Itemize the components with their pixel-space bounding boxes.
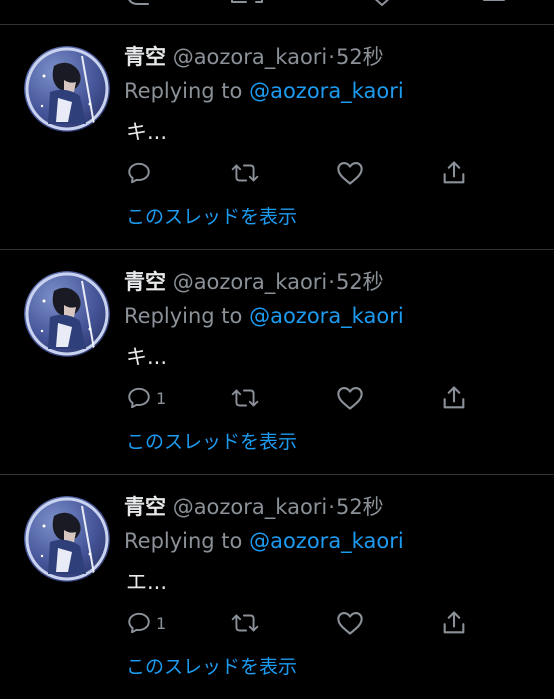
previous-like-icon <box>374 0 390 6</box>
like-icon <box>337 162 363 185</box>
separator: · <box>328 495 335 519</box>
replying-prefix: Replying to <box>124 304 243 328</box>
replying-prefix: Replying to <box>124 79 243 103</box>
retweet-icon <box>231 389 259 407</box>
tweet-actions: 1 <box>124 383 484 413</box>
tweet-text: キ... <box>126 345 168 369</box>
timestamp[interactable]: 52秒 <box>336 45 384 69</box>
share-button[interactable] <box>440 158 468 188</box>
share-button[interactable] <box>440 383 468 413</box>
tweet-header: 青空 @aozora_kaori·52秒 <box>124 493 384 521</box>
share-icon <box>443 386 465 409</box>
show-thread-link[interactable]: このスレッドを表示 <box>126 654 297 680</box>
display-name[interactable]: 青空 <box>124 495 166 519</box>
replying-to: Replying to @aozora_kaori <box>124 302 404 330</box>
avatar[interactable] <box>24 271 110 357</box>
previous-retweet-icon <box>231 0 263 3</box>
display-name[interactable]: 青空 <box>124 45 166 69</box>
previous-tweet-action-icons <box>128 0 505 6</box>
tweet[interactable]: 青空 @aozora_kaori·52秒 Replying to @aozora… <box>0 475 554 699</box>
tweet-header: 青空 @aozora_kaori·52秒 <box>124 268 384 296</box>
like-icon <box>337 387 363 410</box>
tweet-text: キ... <box>126 120 168 144</box>
show-thread-link[interactable]: このスレッドを表示 <box>126 429 297 455</box>
tweet[interactable]: 青空 @aozora_kaori·52秒 Replying to @aozora… <box>0 25 554 249</box>
previous-reply-icon <box>128 0 149 5</box>
show-thread-link[interactable]: このスレッドを表示 <box>126 204 297 230</box>
like-button[interactable] <box>336 608 364 638</box>
share-icon <box>443 161 465 184</box>
share-icon <box>443 611 465 634</box>
retweet-icon <box>231 614 259 632</box>
mention-link[interactable]: @aozora_kaori <box>249 79 404 103</box>
mention-link[interactable]: @aozora_kaori <box>249 304 404 328</box>
display-name[interactable]: 青空 <box>124 270 166 294</box>
reply-icon <box>128 387 150 409</box>
tweet-text: エ... <box>126 570 168 594</box>
like-icon <box>337 612 363 635</box>
retweet-button[interactable] <box>230 608 260 638</box>
tweet[interactable]: 青空 @aozora_kaori·52秒 Replying to @aozora… <box>0 250 554 474</box>
mention-link[interactable]: @aozora_kaori <box>249 529 404 553</box>
replying-prefix: Replying to <box>124 529 243 553</box>
tweet-actions: 1 <box>124 608 484 638</box>
retweet-button[interactable] <box>230 383 260 413</box>
retweet-icon <box>231 164 259 182</box>
share-button[interactable] <box>440 608 468 638</box>
like-button[interactable] <box>336 158 364 188</box>
avatar[interactable] <box>24 46 110 132</box>
reply-button[interactable]: 1 <box>126 383 166 413</box>
timestamp[interactable]: 52秒 <box>336 270 384 294</box>
timestamp[interactable]: 52秒 <box>336 495 384 519</box>
separator: · <box>328 270 335 294</box>
tweet-actions <box>124 158 484 188</box>
reply-count: 1 <box>156 388 167 408</box>
previous-tweet-actions <box>0 0 554 24</box>
separator: · <box>328 45 335 69</box>
replying-to: Replying to @aozora_kaori <box>124 77 404 105</box>
user-handle[interactable]: @aozora_kaori <box>173 45 328 69</box>
tweet-header: 青空 @aozora_kaori·52秒 <box>124 43 384 71</box>
retweet-button[interactable] <box>230 158 260 188</box>
user-handle[interactable]: @aozora_kaori <box>173 270 328 294</box>
reply-icon <box>128 612 150 634</box>
reply-count: 1 <box>156 613 167 633</box>
replying-to: Replying to @aozora_kaori <box>124 527 404 555</box>
avatar[interactable] <box>24 496 110 582</box>
like-button[interactable] <box>336 383 364 413</box>
user-handle[interactable]: @aozora_kaori <box>173 495 328 519</box>
reply-button[interactable]: 1 <box>126 608 166 638</box>
reply-button[interactable] <box>126 158 156 188</box>
reply-icon <box>128 162 150 184</box>
